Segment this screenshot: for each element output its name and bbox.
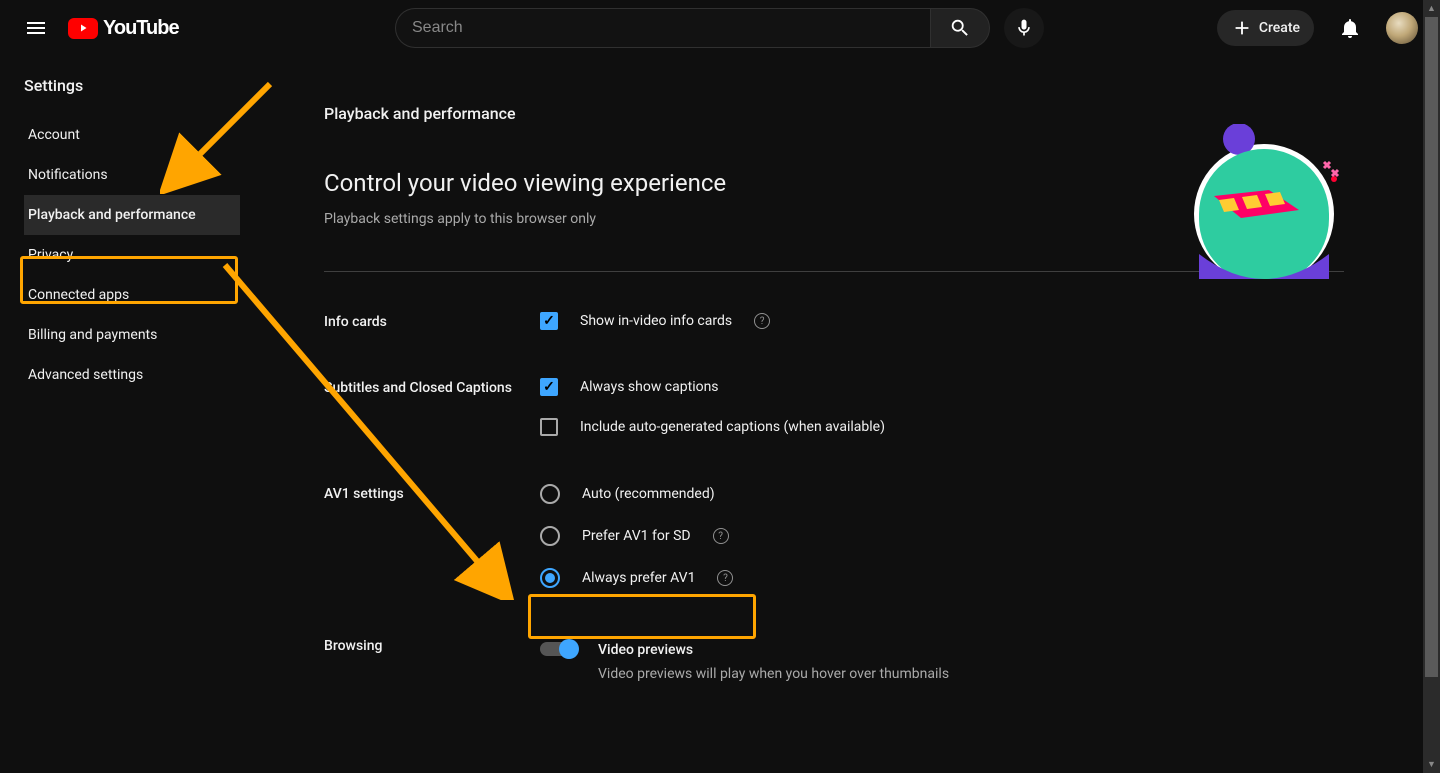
av1-sd-radio[interactable] [540, 526, 560, 546]
scrollbar-down-button[interactable]: ▼ [1423, 756, 1440, 773]
always-show-captions-checkbox[interactable] [540, 378, 558, 396]
hamburger-icon [24, 16, 48, 40]
sidebar-item-label: Playback and performance [28, 207, 196, 223]
av1-auto-label: Auto (recommended) [582, 486, 715, 502]
page-title: Playback and performance [324, 104, 1440, 123]
youtube-logo[interactable]: YouTube [68, 17, 179, 40]
voice-search-button[interactable] [1004, 8, 1044, 48]
help-icon[interactable]: ? [754, 313, 770, 329]
search-input[interactable] [395, 8, 930, 48]
video-previews-desc: Video previews will play when you hover … [598, 666, 949, 682]
scrollbar-up-button[interactable]: ▲ [1423, 0, 1440, 17]
avatar[interactable] [1386, 12, 1418, 44]
microphone-icon [1014, 18, 1034, 38]
create-button[interactable]: Create [1217, 10, 1314, 46]
help-icon[interactable]: ? [713, 528, 729, 544]
sidebar-item-billing[interactable]: Billing and payments [24, 315, 240, 355]
sidebar-item-label: Account [28, 127, 80, 143]
sidebar-item-notifications[interactable]: Notifications [24, 155, 240, 195]
plus-icon [1231, 17, 1253, 39]
video-previews-toggle[interactable] [540, 642, 576, 656]
always-show-captions-label: Always show captions [580, 379, 719, 395]
notifications-button[interactable] [1330, 8, 1370, 48]
browsing-label: Browsing [324, 636, 540, 682]
sidebar-item-label: Connected apps [28, 287, 129, 303]
av1-always-radio[interactable] [540, 568, 560, 588]
captions-label: Subtitles and Closed Captions [324, 378, 540, 436]
scrollbar-thumb[interactable] [1425, 17, 1438, 677]
info-cards-row: Info cards Show in-video info cards ? [324, 312, 1440, 330]
av1-label: AV1 settings [324, 484, 540, 588]
search-bar [395, 8, 1044, 48]
vertical-scrollbar: ▲ ▼ [1423, 0, 1440, 773]
video-previews-title: Video previews [598, 642, 949, 658]
sidebar-item-advanced[interactable]: Advanced settings [24, 355, 240, 395]
create-label: Create [1259, 20, 1300, 36]
av1-auto-radio[interactable] [540, 484, 560, 504]
top-bar: YouTube Create [0, 0, 1440, 56]
search-icon [949, 17, 971, 39]
settings-title: Settings [24, 76, 240, 95]
sidebar-item-playback[interactable]: Playback and performance [24, 195, 240, 235]
sidebar-item-account[interactable]: Account [24, 115, 240, 155]
menu-button[interactable] [16, 8, 56, 48]
info-cards-label: Info cards [324, 312, 540, 330]
logo-text: YouTube [103, 17, 179, 40]
sidebar-item-label: Advanced settings [28, 367, 143, 383]
info-cards-checkbox[interactable] [540, 312, 558, 330]
help-icon[interactable]: ? [717, 570, 733, 586]
sidebar-item-label: Privacy [28, 247, 73, 263]
av1-always-label: Always prefer AV1 [582, 570, 695, 586]
sidebar-item-label: Billing and payments [28, 327, 157, 343]
sidebar-item-connected-apps[interactable]: Connected apps [24, 275, 240, 315]
av1-sd-label: Prefer AV1 for SD [582, 528, 691, 544]
captions-row: Subtitles and Closed Captions Always sho… [324, 378, 1440, 436]
auto-captions-label: Include auto-generated captions (when av… [580, 419, 885, 435]
bell-icon [1338, 16, 1362, 40]
scrollbar-track[interactable] [1423, 17, 1440, 756]
auto-captions-checkbox[interactable] [540, 418, 558, 436]
search-button[interactable] [930, 8, 990, 48]
header-illustration [1184, 124, 1344, 279]
top-right-controls: Create [1217, 8, 1418, 48]
browsing-row: Browsing Video previews Video previews w… [324, 636, 1440, 682]
info-cards-option-label: Show in-video info cards [580, 313, 732, 329]
settings-content: Playback and performance Control your vi… [240, 56, 1440, 773]
settings-sidebar: Settings Account Notifications Playback … [0, 56, 240, 773]
sidebar-item-label: Notifications [28, 167, 108, 183]
av1-row: AV1 settings Auto (recommended) Prefer A… [324, 484, 1440, 588]
sidebar-item-privacy[interactable]: Privacy [24, 235, 240, 275]
